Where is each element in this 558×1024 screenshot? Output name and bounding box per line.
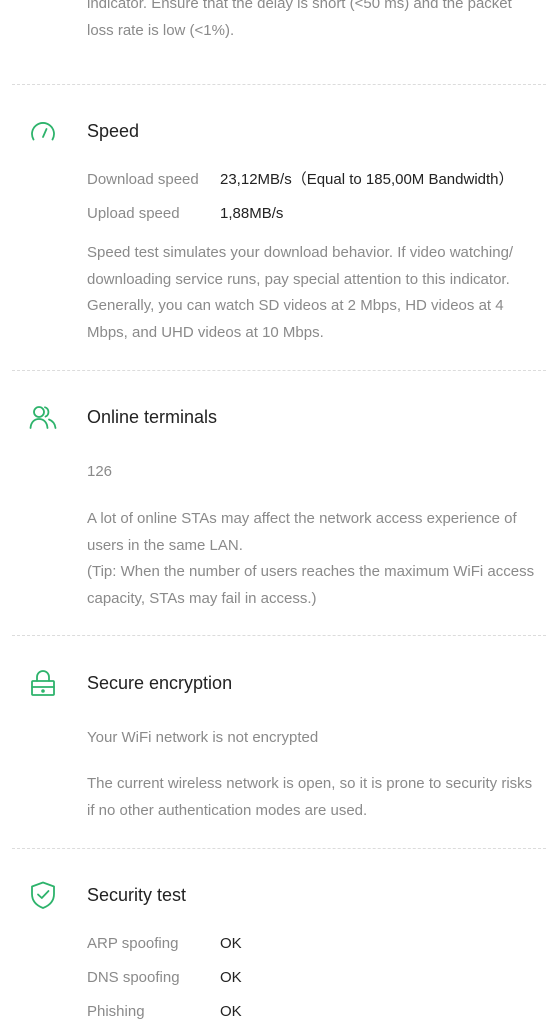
network-diagnosis-page: indicator. Ensure that the delay is shor… bbox=[0, 0, 558, 1024]
terminals-description-main: A lot of online STAs may affect the netw… bbox=[87, 510, 517, 554]
security-item-value: OK bbox=[220, 935, 242, 952]
security-item-value: OK bbox=[220, 1003, 242, 1020]
users-icon bbox=[28, 402, 58, 432]
encryption-status: Your WiFi network is not encrypted bbox=[87, 729, 319, 746]
section-divider bbox=[12, 370, 546, 371]
speedometer-icon bbox=[28, 116, 58, 146]
security-item-dns: DNS spoofing OK bbox=[87, 968, 242, 988]
online-terminals-title: Online terminals bbox=[87, 407, 218, 427]
upload-speed-row: Upload speed 1,88MB/s bbox=[87, 204, 283, 224]
terminals-description-tip: (Tip: When the number of users reaches t… bbox=[87, 563, 535, 607]
speed-description: Speed test simulates your download behav… bbox=[87, 244, 514, 341]
terminals-description: A lot of online STAs may affect the netw… bbox=[87, 506, 542, 612]
section-divider bbox=[12, 848, 546, 849]
encryption-description: The current wireless network is open, so… bbox=[87, 775, 533, 819]
download-speed-value: 23,12MB/s（Equal to 185,00M Bandwidth） bbox=[220, 171, 514, 188]
secure-encryption-title: Secure encryption bbox=[87, 673, 233, 693]
security-item-label: DNS spoofing bbox=[87, 969, 180, 986]
upload-speed-label: Upload speed bbox=[87, 205, 180, 222]
security-item-value: OK bbox=[220, 969, 242, 986]
security-item-arp: ARP spoofing OK bbox=[87, 934, 242, 954]
lock-icon bbox=[28, 668, 58, 698]
security-item-label: Phishing bbox=[87, 1003, 145, 1020]
shield-check-icon bbox=[28, 880, 58, 910]
section-divider bbox=[12, 84, 546, 85]
security-test-title: Security test bbox=[87, 885, 187, 905]
security-item-label: ARP spoofing bbox=[87, 935, 179, 952]
download-speed-row: Download speed 23,12MB/s（Equal to 185,00M… bbox=[87, 170, 514, 190]
upload-speed-value: 1,88MB/s bbox=[220, 205, 284, 222]
section-divider bbox=[12, 635, 546, 636]
security-item-phishing: Phishing OK bbox=[87, 1002, 242, 1022]
download-speed-label: Download speed bbox=[87, 171, 199, 188]
speed-title: Speed bbox=[87, 121, 140, 141]
online-terminals-count: 126 bbox=[87, 463, 113, 480]
latency-description: indicator. Ensure that the delay is shor… bbox=[87, 0, 512, 39]
